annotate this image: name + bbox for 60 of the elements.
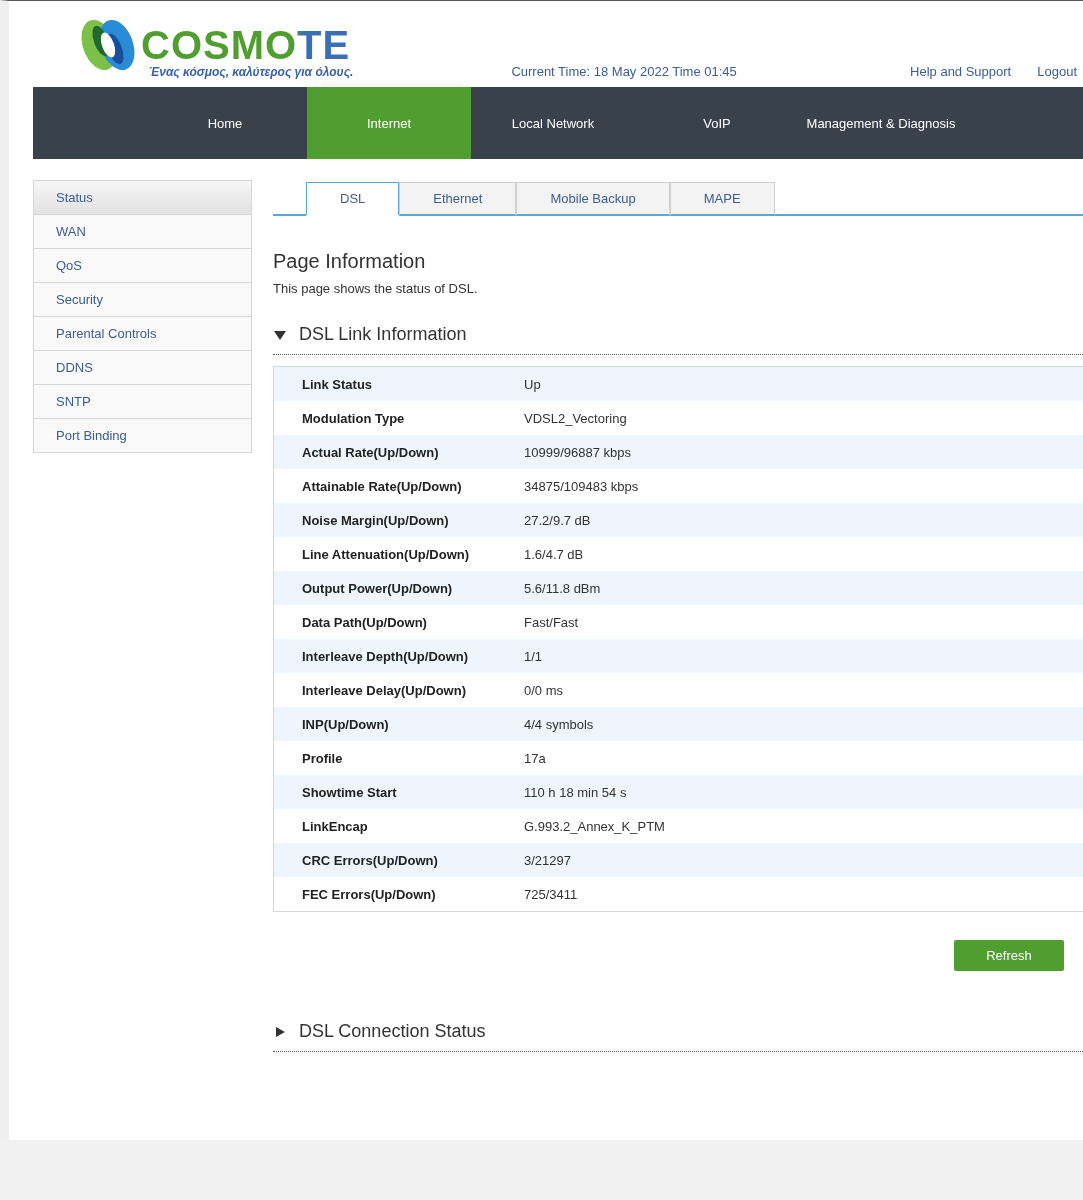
tab[interactable]: DSL — [306, 182, 400, 216]
sidebar-item[interactable]: DDNS — [34, 350, 251, 384]
header-link[interactable]: Logout — [1037, 64, 1077, 79]
row-label: LinkEncap — [301, 818, 369, 834]
row-value: 10999/96887 kbps — [524, 444, 631, 460]
row-label: Link Status — [301, 376, 374, 392]
row-label: Attainable Rate(Up/Down) — [301, 478, 463, 494]
row-value: 27.2/9.7 dB — [524, 512, 591, 528]
row-value: 34875/109483 kbps — [524, 478, 639, 494]
refresh-button[interactable]: Refresh — [954, 940, 1064, 971]
header-link[interactable]: Help and Support — [910, 64, 1012, 79]
row-label: Interleave Delay(Up/Down) — [301, 682, 467, 698]
row-label: Actual Rate(Up/Down) — [301, 444, 440, 460]
triangle-down-icon[interactable] — [273, 328, 287, 341]
row-label: CRC Errors(Up/Down) — [301, 852, 439, 868]
nav-item[interactable]: VoIP — [635, 87, 799, 159]
tab[interactable]: Mobile Backup — [516, 182, 670, 216]
row-value: Up — [524, 376, 541, 392]
row-value: 5.6/11.8 dBm — [524, 580, 601, 596]
triangle-right-icon[interactable] — [273, 1025, 287, 1038]
page-description: This page shows the status of DSL. — [273, 281, 479, 296]
sidebar-item[interactable]: Status — [34, 181, 251, 214]
row-label: Profile — [301, 750, 344, 766]
nav-item[interactable]: Home — [143, 87, 307, 159]
tab[interactable]: Ethernet — [399, 182, 517, 216]
sidebar-item[interactable]: QoS — [34, 248, 251, 282]
row-value: 0/0 ms — [524, 682, 563, 698]
section-title[interactable]: DSL Link Information — [299, 324, 467, 345]
row-value: G.993.2_Annex_K_PTM — [524, 818, 665, 834]
row-label: INP(Up/Down) — [301, 716, 390, 732]
row-label: Showtime Start — [301, 784, 398, 800]
logo-icon — [79, 17, 137, 73]
nav-item[interactable]: Internet — [307, 87, 471, 159]
nav-item[interactable]: Local Network — [471, 87, 635, 159]
row-label: Modulation Type — [301, 410, 406, 426]
row-value: 110 h 18 min 54 s — [524, 784, 627, 800]
sidebar-item[interactable]: Parental Controls — [34, 316, 251, 350]
row-value: 1/1 — [524, 648, 543, 664]
row-value: Fast/Fast — [524, 614, 579, 630]
row-label: Output Power(Up/Down) — [301, 580, 454, 596]
sidebar-item[interactable]: SNTP — [34, 384, 251, 418]
section-title[interactable]: DSL Connection Status — [299, 1021, 486, 1042]
nav-item[interactable]: Management & Diagnosis — [799, 87, 963, 159]
current-time: Current Time: 18 May 2022 Time 01:45 — [511, 64, 737, 81]
row-label: Data Path(Up/Down) — [301, 614, 428, 630]
row-value: 725/3411 — [524, 886, 578, 902]
tab[interactable]: MAPE — [669, 182, 775, 216]
row-label: Interleave Depth(Up/Down) — [301, 648, 470, 664]
sidebar-item[interactable]: Port Binding — [34, 418, 251, 452]
row-label: Noise Margin(Up/Down) — [301, 512, 450, 528]
row-label: FEC Errors(Up/Down) — [301, 886, 437, 902]
row-value: 3/21297 — [524, 852, 571, 868]
page-title: Page Information — [273, 250, 427, 273]
row-value: VDSL2_Vectoring — [524, 410, 627, 426]
row-label: Line Attenuation(Up/Down) — [301, 546, 471, 562]
sidebar-item[interactable]: Security — [34, 282, 251, 316]
sidebar-item[interactable]: WAN — [34, 214, 251, 248]
row-value: 17a — [524, 750, 546, 766]
row-value: 4/4 symbols — [524, 716, 594, 732]
row-value: 1.6/4.7 dB — [524, 546, 584, 562]
